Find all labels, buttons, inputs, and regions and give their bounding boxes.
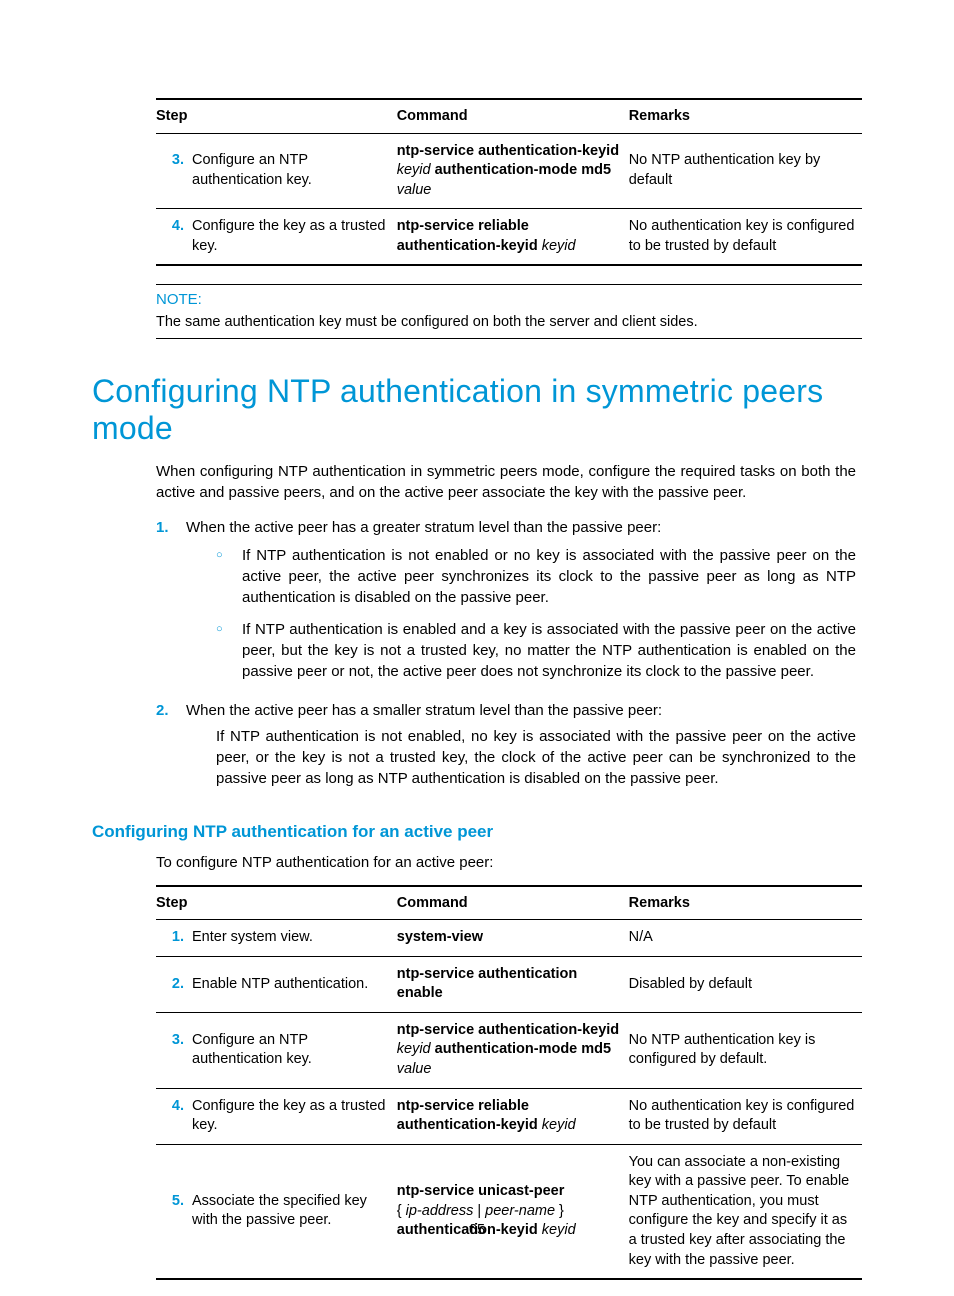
command-cell: ntp-service authentication-keyid keyid a… [397,1012,629,1088]
command-cell: ntp-service reliable authentication-keyi… [397,1088,629,1144]
table-row: 3. Configure an NTP authentication key. … [156,1012,862,1088]
table-row: 1. Enter system view. system-view N/A [156,920,862,957]
sublist-text: If NTP authentication is enabled and a k… [242,619,856,683]
table-row: 5. Associate the specified key with the … [156,1144,862,1279]
list-number: 2. [156,700,186,799]
config-table-2: Step Command Remarks 1. Enter system vie… [156,885,862,1280]
step-number: 3. [156,151,192,171]
command-cell: ntp-service authentication enable [397,956,629,1012]
step-number: 2. [156,975,192,995]
step-number: 3. [156,1031,192,1051]
remarks-cell: No authentication key is configured to b… [629,209,862,266]
lead-paragraph: To configure NTP authentication for an a… [156,852,856,873]
subsection-heading: Configuring NTP authentication for an ac… [92,822,856,842]
step-text: Configure the key as a trusted key. [192,217,391,256]
step-text: Configure the key as a trusted key. [192,1097,391,1136]
th-step: Step [156,886,397,920]
command-cell: system-view [397,920,629,957]
th-step: Step [156,99,397,133]
remarks-cell: You can associate a non-existing key wit… [629,1144,862,1279]
table-row: 4. Configure the key as a trusted key. n… [156,1088,862,1144]
table-row: 3. Configure an NTP authentication key. … [156,133,862,209]
note-label: NOTE: [156,285,862,312]
bullet-icon: ○ [216,619,242,683]
th-remarks: Remarks [629,99,862,133]
step-number: 1. [156,928,192,948]
remarks-cell: N/A [629,920,862,957]
config-table-1: Step Command Remarks 3. Configure an NTP… [156,98,862,266]
note-body: The same authentication key must be conf… [156,312,862,338]
th-command: Command [397,886,629,920]
list-number: 1. [156,517,186,692]
sublist-text: If NTP authentication is not enabled or … [242,545,856,609]
command-cell: ntp-service authentication-keyid keyid a… [397,133,629,209]
table-row: 2. Enable NTP authentication. ntp-servic… [156,956,862,1012]
ordered-list: 1. When the active peer has a greater st… [156,517,856,799]
remarks-cell: No NTP authentication key by default [629,133,862,209]
remarks-cell: Disabled by default [629,956,862,1012]
section-heading: Configuring NTP authentication in symmet… [92,373,856,447]
step-number: 4. [156,1097,192,1117]
th-command: Command [397,99,629,133]
step-number: 4. [156,217,192,237]
followup-paragraph: If NTP authentication is not enabled, no… [216,726,856,790]
command-cell: ntp-service reliable authentication-keyi… [397,209,629,266]
intro-paragraph: When configuring NTP authentication in s… [156,461,856,503]
note-box: NOTE: The same authentication key must b… [156,284,862,339]
th-remarks: Remarks [629,886,862,920]
page-number: 65 [0,1222,954,1238]
table-row: 4. Configure the key as a trusted key. n… [156,209,862,266]
step-text: Configure an NTP authentication key. [192,151,391,190]
step-text: Enable NTP authentication. [192,975,391,995]
bullet-icon: ○ [216,545,242,609]
list-text: When the active peer has a greater strat… [186,519,661,536]
step-text: Configure an NTP authentication key. [192,1031,391,1070]
remarks-cell: No NTP authentication key is configured … [629,1012,862,1088]
remarks-cell: No authentication key is configured to b… [629,1088,862,1144]
step-text: Enter system view. [192,928,391,948]
list-text: When the active peer has a smaller strat… [186,702,662,719]
step-number: 5. [156,1192,192,1212]
command-cell: ntp-service unicast-peer { ip-address | … [397,1144,629,1279]
